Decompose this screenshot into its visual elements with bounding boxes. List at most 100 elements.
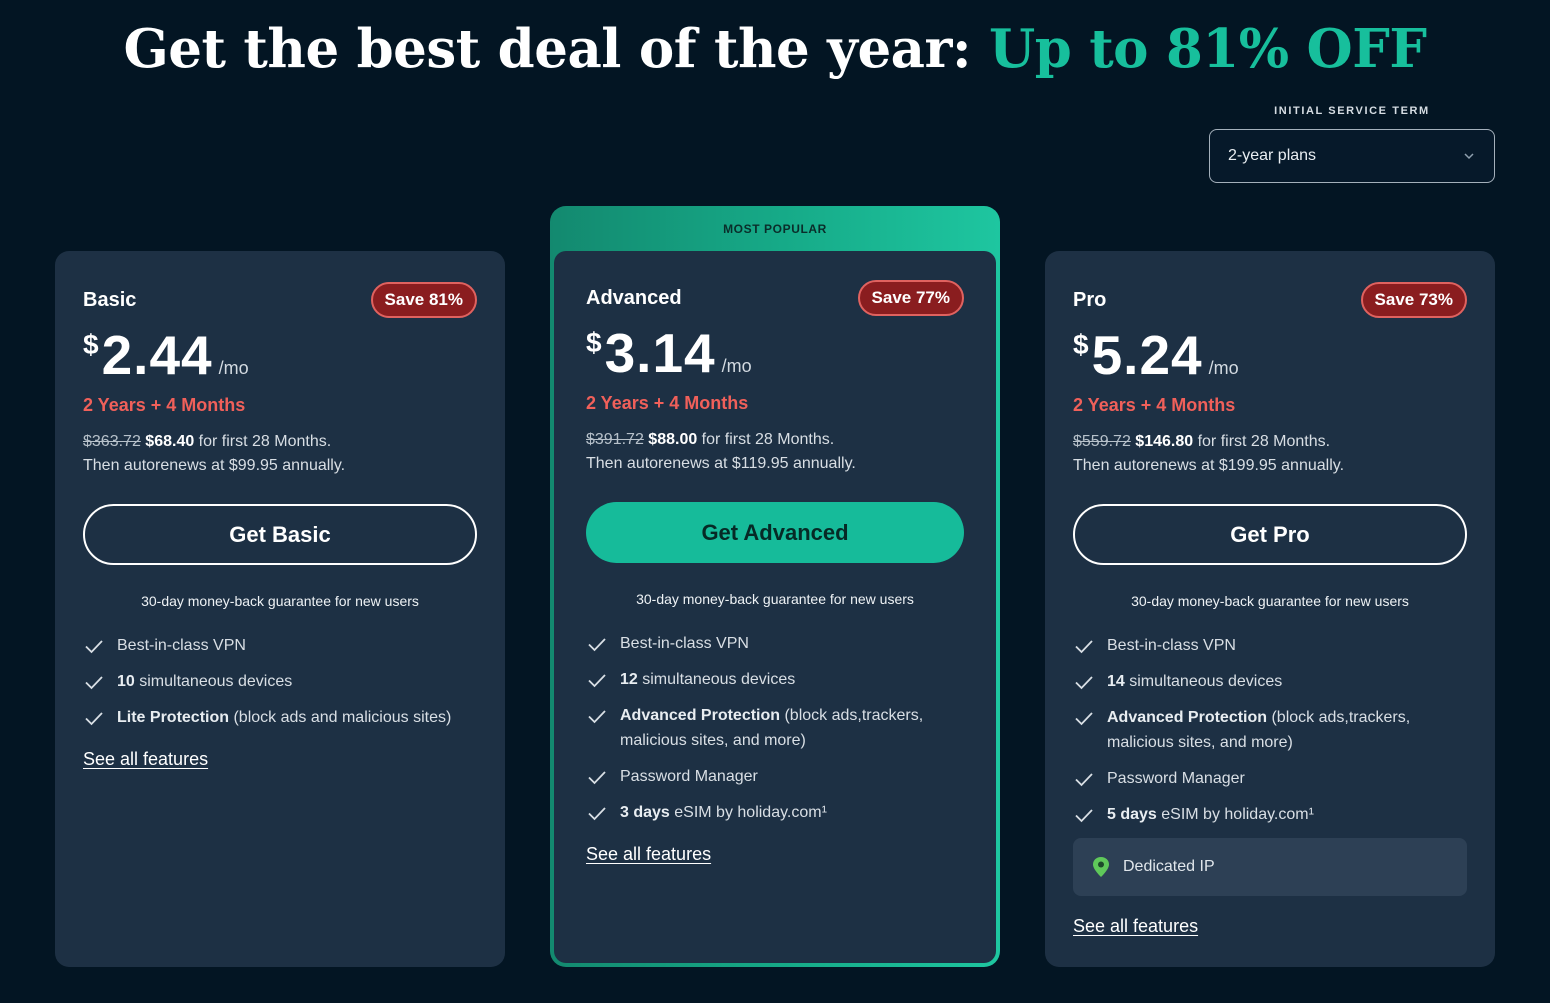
feature-highlight: 14	[1107, 673, 1125, 690]
get-advanced-button[interactable]: Get Advanced	[586, 502, 964, 563]
feature-description: simultaneous devices	[637, 671, 796, 688]
save-badge: Save 73%	[1360, 282, 1467, 318]
location-pin-icon	[1093, 857, 1109, 877]
price-amount: 2.44	[101, 324, 213, 386]
dedicated-ip-label: Dedicated IP	[1123, 858, 1215, 875]
price-period: /mo	[1208, 358, 1239, 378]
checkmark-icon	[588, 771, 606, 785]
checkmark-icon	[588, 674, 606, 688]
billing-period-text: for first 28 Months.	[1193, 433, 1331, 450]
feature-highlight: Advanced Protection	[620, 707, 781, 724]
checkmark-icon	[85, 712, 103, 726]
feature-text: Best-in-class VPN	[620, 631, 749, 656]
feature-list: Best-in-class VPN 14 simultaneous devices…	[1073, 633, 1467, 827]
money-back-guarantee: 30-day money-back guarantee for new user…	[1131, 593, 1409, 609]
page-headline: Get the best deal of the year: Up to 81%…	[0, 18, 1550, 80]
feature-list: Best-in-class VPN 12 simultaneous devices…	[586, 631, 964, 825]
price-currency: $	[1073, 329, 1089, 360]
headline-accent: Up to 81% OFF	[988, 18, 1427, 80]
service-term-select[interactable]: 2-year plans	[1209, 129, 1495, 183]
service-term-value: 2-year plans	[1228, 147, 1317, 164]
price-currency: $	[83, 329, 99, 360]
feature-text: 14 simultaneous devices	[1107, 669, 1282, 694]
feature-description: simultaneous devices	[134, 673, 293, 690]
feature-description: Best-in-class VPN	[117, 637, 246, 654]
plan-term: 2 Years + 4 Months	[1073, 395, 1236, 415]
checkmark-icon	[1075, 773, 1093, 787]
billing-period-text: for first 28 Months.	[697, 431, 835, 448]
discounted-price: $68.40	[145, 433, 195, 450]
save-badge: Save 81%	[370, 282, 477, 318]
save-badge: Save 77%	[857, 280, 964, 316]
feature-item: 12 simultaneous devices	[586, 667, 964, 692]
feature-text: 12 simultaneous devices	[620, 667, 795, 692]
price-amount: 3.14	[604, 322, 716, 384]
most-popular-ribbon: MOST POPULAR	[723, 221, 827, 236]
checkmark-icon	[1075, 712, 1093, 726]
original-price: $391.72	[586, 431, 644, 448]
feature-item: Advanced Protection (block ads,trackers,…	[1073, 705, 1467, 755]
feature-text: Lite Protection (block ads and malicious…	[117, 705, 451, 730]
discounted-price: $88.00	[648, 431, 698, 448]
get-pro-button[interactable]: Get Pro	[1073, 504, 1467, 565]
feature-highlight: 12	[620, 671, 638, 688]
feature-highlight: 3 days	[620, 804, 670, 821]
plan-term: 2 Years + 4 Months	[586, 393, 749, 413]
price: $ 5.24 /mo	[1073, 325, 1467, 383]
price-currency: $	[586, 327, 602, 358]
feature-item: Advanced Protection (block ads,trackers,…	[586, 703, 964, 753]
feature-item: Best-in-class VPN	[83, 633, 477, 658]
feature-description: eSIM by holiday.com¹	[669, 804, 827, 821]
get-basic-button[interactable]: Get Basic	[83, 504, 477, 565]
billing-details: $559.72 $146.80 for first 28 Months. The…	[1073, 430, 1467, 478]
plan-card-advanced-highlight: MOST POPULAR Advanced Save 77% $ 3.14 /m…	[550, 206, 1000, 967]
original-price: $559.72	[1073, 433, 1131, 450]
feature-text: Advanced Protection (block ads,trackers,…	[1107, 705, 1467, 755]
feature-highlight: Advanced Protection	[1107, 709, 1268, 726]
headline-main: Get the best deal of the year:	[123, 18, 989, 80]
plan-name: Basic	[83, 288, 137, 311]
price: $ 3.14 /mo	[586, 323, 964, 381]
plan-card-basic: Basic Save 81% $ 2.44 /mo 2 Years + 4 Mo…	[55, 251, 505, 967]
renewal-text: Then autorenews at $99.95 annually.	[83, 457, 346, 474]
dedicated-ip-addon: Dedicated IP	[1073, 838, 1467, 896]
feature-text: Password Manager	[620, 764, 758, 789]
feature-item: Best-in-class VPN	[586, 631, 964, 656]
feature-item: 14 simultaneous devices	[1073, 669, 1467, 694]
checkmark-icon	[588, 710, 606, 724]
discounted-price: $146.80	[1135, 433, 1194, 450]
feature-description: Password Manager	[620, 768, 758, 785]
feature-description: simultaneous devices	[1124, 673, 1283, 690]
feature-text: 5 days eSIM by holiday.com¹	[1107, 802, 1314, 827]
feature-text: Password Manager	[1107, 766, 1245, 791]
feature-highlight: 5 days	[1107, 806, 1157, 823]
checkmark-icon	[85, 676, 103, 690]
feature-item: Best-in-class VPN	[1073, 633, 1467, 658]
checkmark-icon	[85, 640, 103, 654]
see-all-features-link[interactable]: See all features	[586, 844, 711, 865]
billing-details: $363.72 $68.40 for first 28 Months. Then…	[83, 430, 477, 478]
price-period: /mo	[721, 356, 752, 376]
money-back-guarantee: 30-day money-back guarantee for new user…	[141, 593, 419, 609]
renewal-text: Then autorenews at $199.95 annually.	[1073, 457, 1345, 474]
chevron-down-icon	[1464, 153, 1474, 160]
original-price: $363.72	[83, 433, 141, 450]
see-all-features-link[interactable]: See all features	[1073, 916, 1198, 937]
feature-text: 10 simultaneous devices	[117, 669, 292, 694]
feature-item: 10 simultaneous devices	[83, 669, 477, 694]
feature-description: eSIM by holiday.com¹	[1156, 806, 1314, 823]
renewal-text: Then autorenews at $119.95 annually.	[586, 455, 856, 472]
plan-card-advanced: Advanced Save 77% $ 3.14 /mo 2 Years + 4…	[554, 251, 996, 963]
plan-name: Pro	[1073, 288, 1107, 311]
feature-highlight: Lite Protection	[117, 709, 230, 726]
see-all-features-link[interactable]: See all features	[83, 749, 208, 770]
plan-card-pro: Pro Save 73% $ 5.24 /mo 2 Years + 4 Mont…	[1045, 251, 1495, 967]
checkmark-icon	[588, 807, 606, 821]
feature-text: 3 days eSIM by holiday.com¹	[620, 800, 827, 825]
checkmark-icon	[1075, 676, 1093, 690]
feature-highlight: 10	[117, 673, 135, 690]
feature-item: 3 days eSIM by holiday.com¹	[586, 800, 964, 825]
feature-list: Best-in-class VPN 10 simultaneous devices…	[83, 633, 477, 730]
price: $ 2.44 /mo	[83, 325, 477, 383]
feature-item: Password Manager	[1073, 766, 1467, 791]
